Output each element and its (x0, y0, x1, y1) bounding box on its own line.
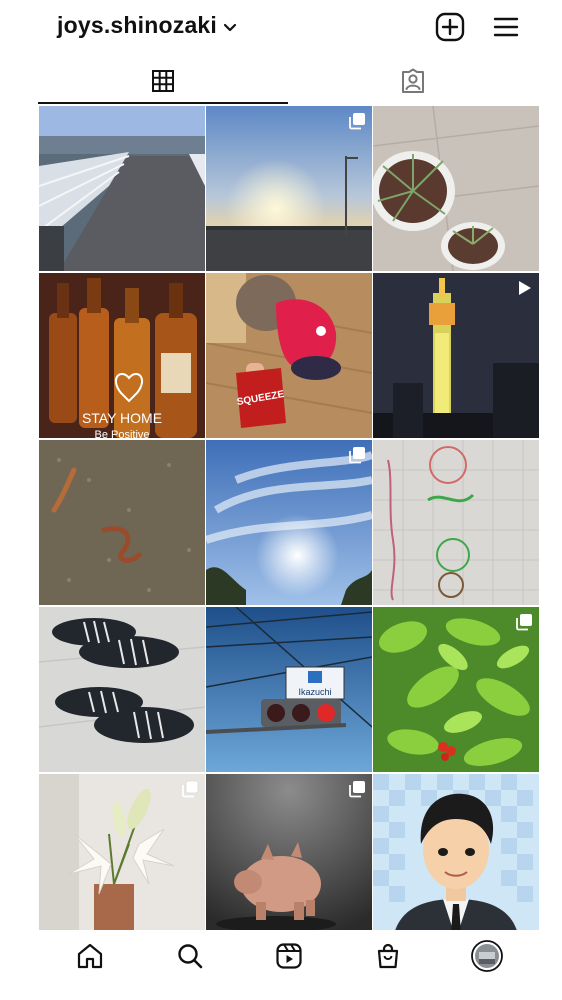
clouds-photo (206, 440, 372, 605)
search-icon (178, 944, 203, 969)
tab-grid-posts[interactable] (38, 60, 288, 102)
post-thumbnail[interactable] (39, 440, 205, 605)
shop-bag-icon (377, 943, 399, 969)
worms-photo (39, 440, 205, 605)
sunset-photo (206, 106, 372, 271)
profile-header: joys.shinozaki (0, 0, 562, 56)
drawing-photo (373, 440, 539, 605)
profile-avatar-icon (471, 940, 503, 972)
account-switcher[interactable]: joys.shinozaki (57, 12, 237, 39)
carousel-multiple-icon (349, 113, 365, 130)
carousel-multiple-icon (349, 447, 365, 464)
tomato-plant-photo (373, 607, 539, 772)
post-thumbnail[interactable] (39, 106, 205, 271)
slippers-photo (39, 607, 205, 772)
baby-photo: SQUEEZE (206, 273, 372, 438)
post-thumbnail[interactable] (206, 774, 372, 939)
overlay-text: Ikazuchi (298, 687, 331, 697)
menu-button[interactable] (491, 12, 521, 42)
post-thumbnail[interactable]: STAY HOME Be Positive (39, 273, 205, 438)
create-post-button[interactable] (435, 12, 465, 42)
lilies-photo (39, 774, 205, 939)
grid-icon (152, 70, 174, 92)
nav-search[interactable] (174, 940, 206, 972)
reels-icon (276, 943, 302, 969)
post-thumbnail[interactable] (373, 440, 539, 605)
post-thumbnail[interactable] (373, 607, 539, 772)
post-thumbnail[interactable]: SQUEEZE (206, 273, 372, 438)
chevron-down-icon (223, 12, 237, 39)
post-thumbnail[interactable] (373, 273, 539, 438)
plus-square-icon (435, 12, 465, 42)
username-label: joys.shinozaki (57, 12, 218, 38)
profile-tabs (38, 60, 538, 106)
post-thumbnail[interactable] (39, 774, 205, 939)
nav-profile[interactable] (471, 940, 503, 972)
overlay-subtext: Be Positive (94, 429, 149, 438)
carousel-multiple-icon (182, 780, 199, 798)
post-thumbnail[interactable] (206, 106, 372, 271)
whisky-bottles-photo: STAY HOME Be Positive (39, 273, 205, 438)
overlay-text: STAY HOME (82, 410, 162, 426)
nav-reels[interactable] (273, 940, 305, 972)
tab-tagged[interactable] (288, 60, 538, 102)
cartoon-portrait-photo (373, 774, 539, 939)
menu-icon (493, 17, 519, 37)
pig-figurine-photo (206, 774, 372, 939)
carousel-multiple-icon (516, 614, 532, 631)
post-thumbnail[interactable] (39, 607, 205, 772)
posts-grid: STAY HOME Be Positive SQUEEZE Ikazuchi (39, 106, 539, 939)
nav-home[interactable] (74, 940, 106, 972)
post-thumbnail[interactable] (206, 440, 372, 605)
tower-night-photo (373, 273, 539, 438)
carousel-multiple-icon (349, 781, 365, 798)
bottom-navigation (0, 930, 562, 1000)
air-plants-photo (373, 106, 539, 271)
post-thumbnail[interactable] (373, 774, 539, 939)
home-icon (77, 943, 103, 969)
post-thumbnail[interactable]: Ikazuchi (206, 607, 372, 772)
nav-shop[interactable] (372, 940, 404, 972)
post-thumbnail[interactable] (373, 106, 539, 271)
active-tab-indicator (38, 102, 288, 104)
bridge-photo (39, 106, 205, 271)
traffic-light-photo: Ikazuchi (206, 607, 372, 772)
video-play-icon (519, 281, 531, 295)
tagged-person-icon (402, 68, 424, 93)
